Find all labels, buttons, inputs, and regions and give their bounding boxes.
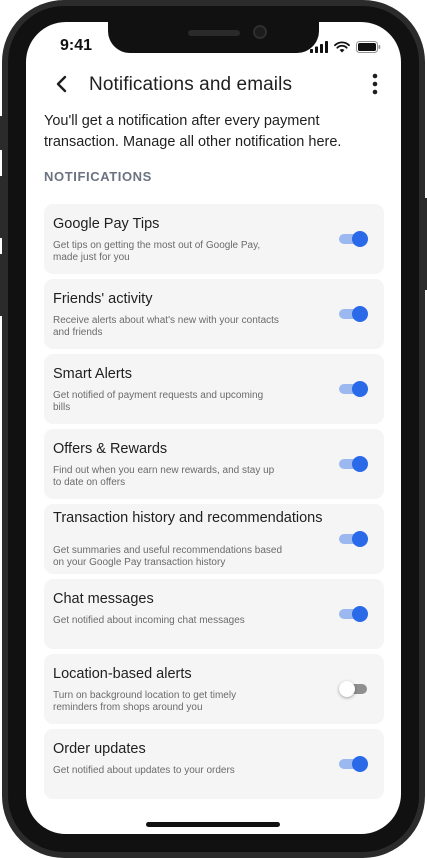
setting-description: Get tips on getting the most out of Goog… — [53, 240, 261, 263]
setting-title: Transaction history and recommendations — [53, 510, 323, 526]
battery-icon — [356, 40, 381, 58]
setting-description: Receive alerts about what's new with you… — [53, 315, 279, 338]
power-button — [422, 198, 427, 290]
order-updates-toggle[interactable] — [339, 756, 369, 772]
setting-title: Offers & Rewards — [53, 441, 168, 457]
setting-title: Smart Alerts — [53, 366, 132, 382]
home-indicator[interactable] — [146, 822, 280, 827]
setting-friends-activity[interactable]: Friends' activity Receive alerts about w… — [44, 279, 384, 349]
camera-notch — [108, 22, 319, 53]
volume-down-button — [0, 254, 5, 316]
setting-description: Get notified about incoming chat message… — [53, 615, 245, 626]
section-header-notifications: NOTIFICATIONS — [44, 169, 152, 184]
setting-offers-rewards[interactable]: Offers & Rewards Find out when you earn … — [44, 429, 384, 499]
setting-title: Order updates — [53, 741, 146, 757]
setting-chat-messages[interactable]: Chat messages Get notified about incomin… — [44, 579, 384, 649]
setting-description: Get notified about updates to your order… — [53, 765, 235, 776]
setting-order-updates[interactable]: Order updates Get notified about updates… — [44, 729, 384, 799]
setting-title: Google Pay Tips — [53, 216, 160, 232]
wifi-icon — [334, 40, 350, 58]
setting-transaction-history[interactable]: Transaction history and recommendations … — [44, 504, 384, 574]
status-time: 9:41 — [60, 37, 93, 54]
more-vert-icon — [372, 73, 378, 100]
setting-description: Get notified of payment requests and upc… — [53, 390, 264, 413]
transaction-history-toggle[interactable] — [339, 531, 369, 547]
smart-alerts-toggle[interactable] — [339, 381, 369, 397]
setting-title: Location-based alerts — [53, 666, 192, 682]
google-pay-tips-toggle[interactable] — [339, 231, 369, 247]
chat-messages-toggle[interactable] — [339, 606, 369, 622]
back-arrow-icon — [55, 75, 69, 98]
setting-description: Turn on background location to get timel… — [53, 690, 237, 713]
setting-title: Friends' activity — [53, 291, 153, 307]
front-camera — [253, 25, 267, 39]
mute-switch — [0, 116, 5, 150]
setting-location-alerts[interactable]: Location-based alerts Turn on background… — [44, 654, 384, 724]
friends-activity-toggle[interactable] — [339, 306, 369, 322]
setting-google-pay-tips[interactable]: Google Pay Tips Get tips on getting the … — [44, 204, 384, 274]
setting-smart-alerts[interactable]: Smart Alerts Get notified of payment req… — [44, 354, 384, 424]
notification-settings-list: Google Pay Tips Get tips on getting the … — [44, 204, 384, 804]
offers-rewards-toggle[interactable] — [339, 456, 369, 472]
setting-description: Get summaries and useful recommendations… — [53, 545, 283, 568]
page-title: Notifications and emails — [89, 74, 293, 95]
location-alerts-toggle[interactable] — [339, 681, 369, 697]
phone-screen: 9:41 Notifications and emails You'll get… — [26, 22, 401, 834]
speaker-grille — [188, 30, 240, 36]
app-bar: Notifications and emails — [26, 66, 401, 106]
volume-up-button — [0, 176, 5, 238]
status-icons — [310, 40, 381, 58]
back-button[interactable] — [48, 72, 76, 100]
setting-title: Chat messages — [53, 591, 154, 607]
more-options-button[interactable] — [365, 72, 385, 100]
intro-text: You'll get a notification after every pa… — [44, 113, 342, 150]
setting-description: Find out when you earn new rewards, and … — [53, 465, 275, 488]
